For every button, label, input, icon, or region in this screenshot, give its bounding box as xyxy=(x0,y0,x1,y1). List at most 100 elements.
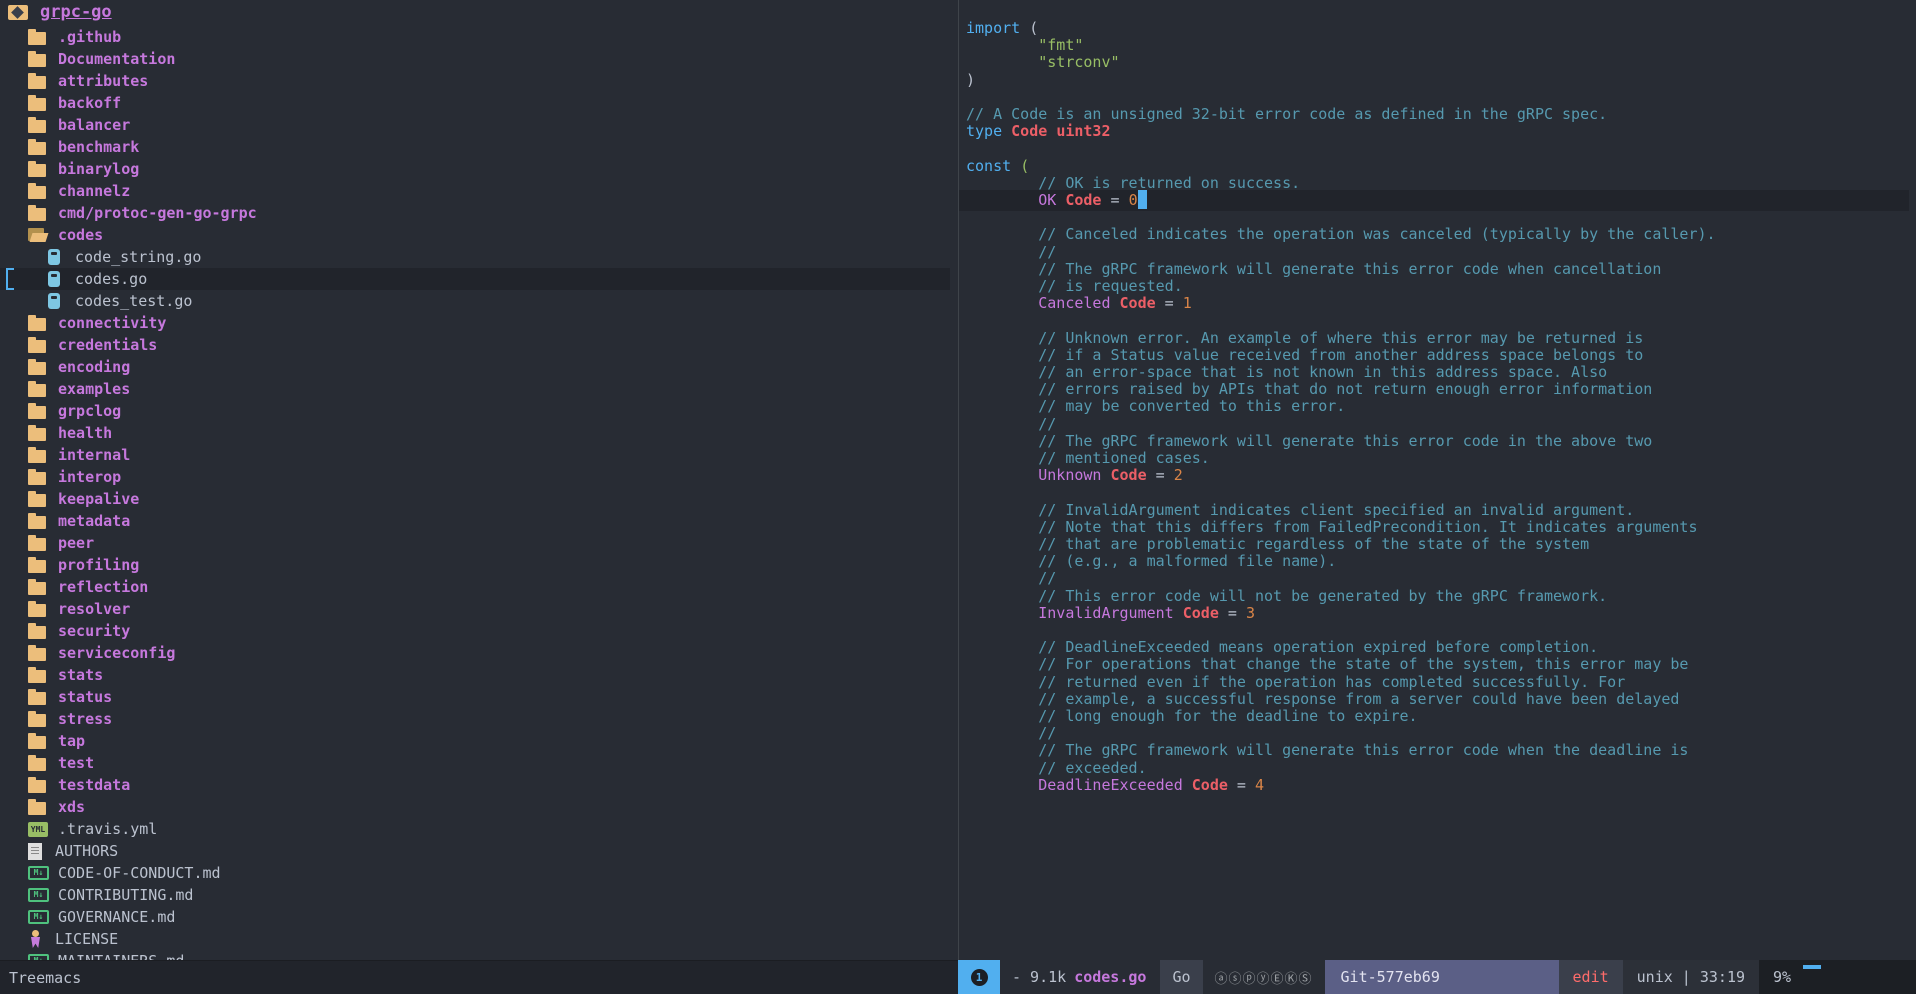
tree-directory[interactable]: channelz xyxy=(0,180,950,202)
markdown-file-icon: M↓ xyxy=(28,910,49,924)
buffer-size: - 9.1k xyxy=(1012,968,1067,986)
tree-directory[interactable]: connectivity xyxy=(0,312,950,334)
tree-directory[interactable]: stress xyxy=(0,708,950,730)
folder-icon xyxy=(28,160,46,177)
tree-item-label: balancer xyxy=(58,116,131,134)
tree-item-label: cmd/protoc-gen-go-grpc xyxy=(58,204,257,222)
code-line[interactable]: DeadlineExceeded Code = 4 xyxy=(959,775,1909,796)
folder-icon xyxy=(28,204,46,221)
emacs-frame: grpc-go .github Documentation attributes ba… xyxy=(0,0,1916,994)
folder-icon xyxy=(28,754,46,771)
tree-item-label: CODE-OF-CONDUCT.md xyxy=(58,864,221,882)
tree-file[interactable]: code_string.go xyxy=(0,246,950,268)
tree-item-label: codes xyxy=(58,226,104,244)
tree-item-label: examples xyxy=(58,380,131,398)
tree-directory[interactable]: credentials xyxy=(0,334,950,356)
tree-item-label: stress xyxy=(58,710,113,728)
tree-item-label: xds xyxy=(58,798,86,816)
tree-file[interactable]: YML .travis.yml xyxy=(0,818,950,840)
folder-icon xyxy=(28,798,46,815)
tree-directory[interactable]: resolver xyxy=(0,598,950,620)
tree-directory[interactable]: interop xyxy=(0,466,950,488)
tree-item-label: LICENSE xyxy=(55,930,119,948)
treemacs-sidebar[interactable]: grpc-go .github Documentation attributes ba… xyxy=(0,0,958,960)
folder-icon xyxy=(28,556,46,573)
buffer-name: codes.go xyxy=(1074,968,1147,986)
markdown-file-icon: M↓ xyxy=(28,888,49,902)
eol-and-position[interactable]: unix | 33:19 xyxy=(1622,960,1760,994)
tree-item-label: resolver xyxy=(58,600,131,618)
tree-directory[interactable]: tap xyxy=(0,730,950,752)
tree-file[interactable]: LICENSE xyxy=(0,928,950,950)
tree-directory[interactable]: Documentation xyxy=(0,48,950,70)
tree-directory[interactable]: status xyxy=(0,686,950,708)
tree-file[interactable]: codes_test.go xyxy=(0,290,950,312)
tree-item-label: stats xyxy=(58,666,104,684)
folder-icon xyxy=(28,380,46,397)
tree-item-label: .github xyxy=(58,28,122,46)
tree-directory[interactable]: cmd/protoc-gen-go-grpc xyxy=(0,202,950,224)
tree-directory[interactable]: binarylog xyxy=(0,158,950,180)
tree-item-label: encoding xyxy=(58,358,131,376)
tree-cursor-marker xyxy=(6,268,14,290)
folder-icon xyxy=(28,644,46,661)
tree-directory[interactable]: peer xyxy=(0,532,950,554)
tree-directory[interactable]: profiling xyxy=(0,554,950,576)
folder-icon xyxy=(28,50,46,67)
tree-directory[interactable]: encoding xyxy=(0,356,950,378)
tree-directory[interactable]: security xyxy=(0,620,950,642)
tree-file[interactable]: M↓ CONTRIBUTING.md xyxy=(0,884,950,906)
treemacs-modeline-label: Treemacs xyxy=(9,968,82,987)
code-editor[interactable]: import ( "fmt" "strconv")// A Code is an… xyxy=(959,0,1916,960)
edit-state: edit xyxy=(1558,960,1623,994)
tree-directory[interactable]: codes xyxy=(0,224,950,246)
tree-directory[interactable]: internal xyxy=(0,444,950,466)
tree-item-label: channelz xyxy=(58,182,131,200)
tree-file[interactable]: AUTHORS xyxy=(0,840,950,862)
tree-file[interactable]: M↓MAINTAINERS.md xyxy=(0,950,950,960)
tree-item-label: profiling xyxy=(58,556,140,574)
tree-directory[interactable]: examples xyxy=(0,378,950,400)
tree-file[interactable]: M↓ GOVERNANCE.md xyxy=(0,906,950,928)
folder-icon xyxy=(28,182,46,199)
folder-icon xyxy=(28,688,46,705)
tree-directory[interactable]: metadata xyxy=(0,510,950,532)
tree-directory[interactable]: reflection xyxy=(0,576,950,598)
tree-directory[interactable]: .github xyxy=(0,26,950,48)
tree-directory[interactable]: xds xyxy=(0,796,950,818)
tree-directory[interactable]: health xyxy=(0,422,950,444)
project-root[interactable]: grpc-go xyxy=(0,0,112,24)
tree-directory[interactable]: testdata xyxy=(0,774,950,796)
tree-item-label: internal xyxy=(58,446,131,464)
tree-directory[interactable]: stats xyxy=(0,664,950,686)
tree-item-label: code_string.go xyxy=(75,248,202,266)
tree-file[interactable]: M↓ CODE-OF-CONDUCT.md xyxy=(0,862,950,884)
major-mode[interactable]: Go xyxy=(1160,960,1203,994)
tree-directory[interactable]: benchmark xyxy=(0,136,950,158)
text-file-icon xyxy=(28,842,42,860)
minor-mode-flags[interactable]: ⓐⓢⓟⓨⒺⓀⓈ xyxy=(1202,960,1325,994)
tree-item-label: benchmark xyxy=(58,138,140,156)
punctuation-token: = xyxy=(1227,775,1255,794)
tree-item-label: attributes xyxy=(58,72,149,90)
tree-directory[interactable]: keepalive xyxy=(0,488,950,510)
folder-icon xyxy=(28,314,46,331)
editor-modeline: 1 - 9.1k codes.go Go ⓐⓢⓟⓨⒺⓀⓈ Git-577eb69… xyxy=(958,960,1916,994)
vcs-branch[interactable]: Git-577eb69 xyxy=(1324,960,1559,994)
tree-directory[interactable]: attributes xyxy=(0,70,950,92)
window-number-segment[interactable]: 1 xyxy=(958,960,1000,994)
tree-directory[interactable]: serviceconfig xyxy=(0,642,950,664)
tree-directory[interactable]: backoff xyxy=(0,92,950,114)
folder-icon xyxy=(28,116,46,133)
buffer-info-segment[interactable]: - 9.1k codes.go xyxy=(1000,960,1161,994)
tree-item-label: MAINTAINERS.md xyxy=(58,952,184,960)
scroll-indicator xyxy=(1801,960,1822,994)
tree-file[interactable]: codes.go xyxy=(0,268,950,290)
tree-directory[interactable]: test xyxy=(0,752,950,774)
tree-directory[interactable]: balancer xyxy=(0,114,950,136)
folder-icon xyxy=(28,424,46,441)
folder-icon xyxy=(28,732,46,749)
folder-icon xyxy=(28,336,46,353)
text-cursor xyxy=(1137,190,1147,209)
tree-directory[interactable]: grpclog xyxy=(0,400,950,422)
